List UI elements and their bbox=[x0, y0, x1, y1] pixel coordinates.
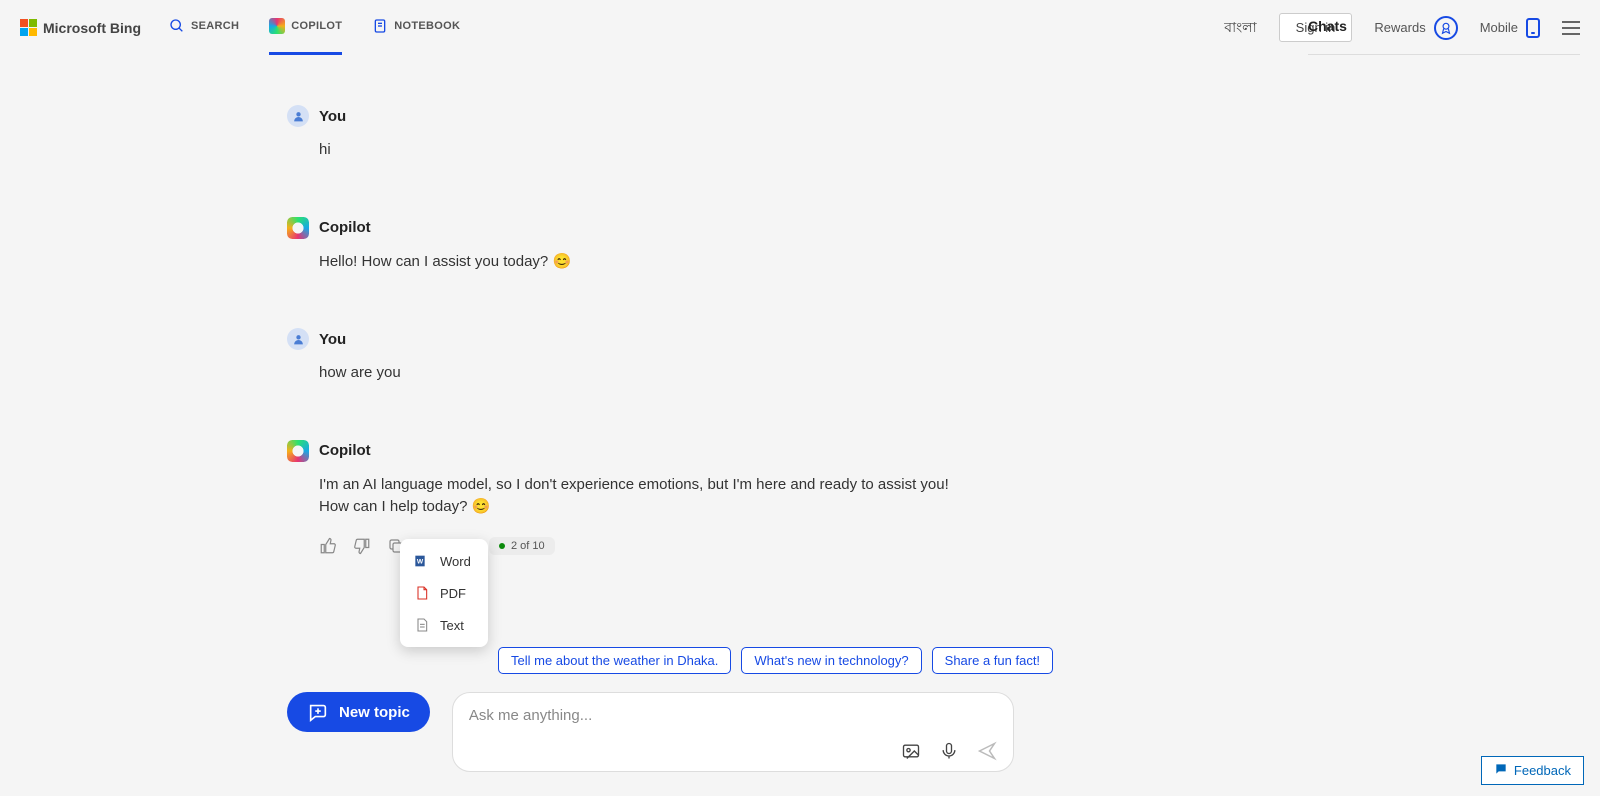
new-topic-icon bbox=[307, 701, 329, 723]
suggestion-chip[interactable]: Share a fun fact! bbox=[932, 647, 1053, 674]
message-copilot: Copilot Hello! How can I assist you toda… bbox=[287, 217, 980, 274]
copilot-avatar-icon bbox=[287, 440, 309, 462]
microsoft-logo-icon bbox=[20, 19, 37, 36]
tab-copilot[interactable]: COPILOT bbox=[269, 1, 342, 55]
tab-copilot-label: COPILOT bbox=[291, 20, 342, 32]
tab-search-label: SEARCH bbox=[191, 20, 239, 32]
message-body: hi bbox=[319, 139, 959, 162]
dot-icon bbox=[499, 543, 505, 549]
user-avatar-icon bbox=[287, 328, 309, 350]
export-menu: W Word PDF Text bbox=[400, 539, 488, 647]
svg-text:W: W bbox=[417, 559, 424, 566]
chats-panel: Chats bbox=[1288, 18, 1600, 55]
chats-title: Chats bbox=[1308, 18, 1580, 55]
composer bbox=[452, 692, 1014, 772]
tab-notebook-label: NOTEBOOK bbox=[394, 20, 460, 32]
export-text[interactable]: Text bbox=[400, 609, 488, 641]
send-icon bbox=[977, 741, 997, 761]
new-topic-button[interactable]: New topic bbox=[287, 692, 430, 732]
suggestion-row: Tell me about the weather in Dhaka. What… bbox=[498, 647, 1053, 674]
tab-search[interactable]: SEARCH bbox=[169, 1, 239, 55]
nav-tabs: SEARCH COPILOT NOTEBOOK bbox=[169, 1, 460, 55]
search-icon bbox=[169, 18, 185, 34]
composer-icons bbox=[901, 741, 997, 761]
feedback-button[interactable]: Feedback bbox=[1481, 756, 1584, 785]
copilot-avatar-icon bbox=[287, 217, 309, 239]
message-body: I'm an AI language model, so I don't exp… bbox=[319, 474, 959, 519]
message-body: Hello! How can I assist you today? 😊 bbox=[319, 251, 959, 274]
export-word-label: Word bbox=[440, 554, 471, 569]
word-icon: W bbox=[414, 553, 430, 569]
feedback-icon bbox=[1494, 762, 1508, 779]
chat-input[interactable] bbox=[469, 707, 997, 741]
new-topic-label: New topic bbox=[339, 704, 410, 721]
tab-notebook[interactable]: NOTEBOOK bbox=[372, 1, 460, 55]
copilot-icon bbox=[269, 18, 285, 34]
language-switch[interactable]: বাংলা bbox=[1224, 16, 1256, 40]
pdf-icon bbox=[414, 585, 430, 601]
text-file-icon bbox=[414, 617, 430, 633]
message-user: You hi bbox=[287, 105, 980, 162]
thumbs-down-icon[interactable] bbox=[353, 537, 371, 555]
sender-name: You bbox=[319, 108, 346, 125]
notebook-icon bbox=[372, 18, 388, 34]
export-text-label: Text bbox=[440, 618, 464, 633]
composer-row: New topic bbox=[287, 692, 1014, 772]
sender-name: Copilot bbox=[319, 219, 371, 236]
sender-name: Copilot bbox=[319, 442, 371, 459]
response-counter: 2 of 10 bbox=[489, 537, 555, 555]
message-copilot: Copilot I'm an AI language model, so I d… bbox=[287, 440, 980, 555]
logo-text: Microsoft Bing bbox=[43, 20, 141, 36]
image-upload-icon[interactable] bbox=[901, 741, 921, 761]
feedback-label: Feedback bbox=[1514, 763, 1571, 778]
logo[interactable]: Microsoft Bing bbox=[20, 19, 141, 36]
export-pdf-label: PDF bbox=[440, 586, 466, 601]
sender-name: You bbox=[319, 331, 346, 348]
message-body: how are you bbox=[319, 362, 959, 385]
thumbs-up-icon[interactable] bbox=[319, 537, 337, 555]
suggestion-chip[interactable]: What's new in technology? bbox=[741, 647, 921, 674]
message-user: You how are you bbox=[287, 328, 980, 385]
conversation: You hi Copilot Hello! How can I assist y… bbox=[0, 55, 980, 555]
microphone-icon[interactable] bbox=[939, 741, 959, 761]
counter-text: 2 of 10 bbox=[511, 540, 545, 552]
user-avatar-icon bbox=[287, 105, 309, 127]
export-pdf[interactable]: PDF bbox=[400, 577, 488, 609]
suggestion-chip[interactable]: Tell me about the weather in Dhaka. bbox=[498, 647, 731, 674]
export-word[interactable]: W Word bbox=[400, 545, 488, 577]
